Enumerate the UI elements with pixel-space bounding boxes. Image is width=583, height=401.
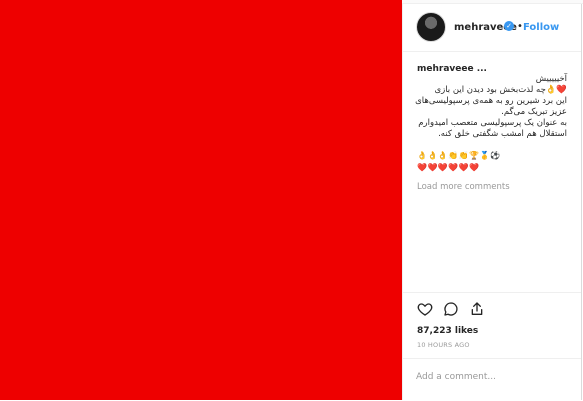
caption-line: استقلال هم امشب شگفتی خلق کنه. — [438, 129, 567, 139]
comment-icon[interactable] — [443, 301, 459, 317]
post-timestamp[interactable]: 10 HOURS AGO — [417, 341, 470, 349]
post-header: mehraveee ✓ • Follow — [403, 4, 581, 52]
caption-line: این برد شیرین رو به همه‌ی پرسپولیسی‌های — [415, 96, 567, 106]
likes-count[interactable]: 87,223 likes — [417, 326, 478, 336]
caption-emoji-line: 👌👌👌👏👏🏆🥇⚽ — [417, 151, 501, 160]
post-image[interactable] — [0, 0, 402, 400]
follow-button[interactable]: Follow — [523, 22, 559, 33]
caption-line: به عنوان یک پرسپولیسی متعصب امیدوارم — [418, 118, 567, 128]
caption-line: آخیییییش — [535, 74, 567, 84]
add-comment-input[interactable]: Add a comment... — [416, 372, 496, 382]
caption-line: عزیز تبریک می‌گم. — [501, 107, 567, 117]
caption-hearts-line: ❤️❤️❤️❤️❤️❤️ — [417, 163, 480, 172]
caption-username[interactable]: mehraveee ... — [417, 64, 487, 74]
caption-line: ❤️👌چه لذت‌بخش بود دیدن این بازی — [434, 85, 567, 95]
share-icon[interactable] — [469, 301, 485, 317]
heart-icon[interactable] — [417, 301, 433, 317]
post-side-panel: mehraveee ✓ • Follow mehraveee ... آخییی… — [402, 4, 582, 400]
avatar[interactable] — [416, 12, 446, 42]
caption-text: آخیییییش ❤️👌چه لذت‌بخش بود دیدن این بازی… — [415, 74, 567, 140]
verified-badge-icon: ✓ — [504, 21, 514, 31]
load-more-comments-link[interactable]: Load more comments — [417, 182, 510, 192]
comment-box: Add a comment... — [403, 358, 581, 401]
